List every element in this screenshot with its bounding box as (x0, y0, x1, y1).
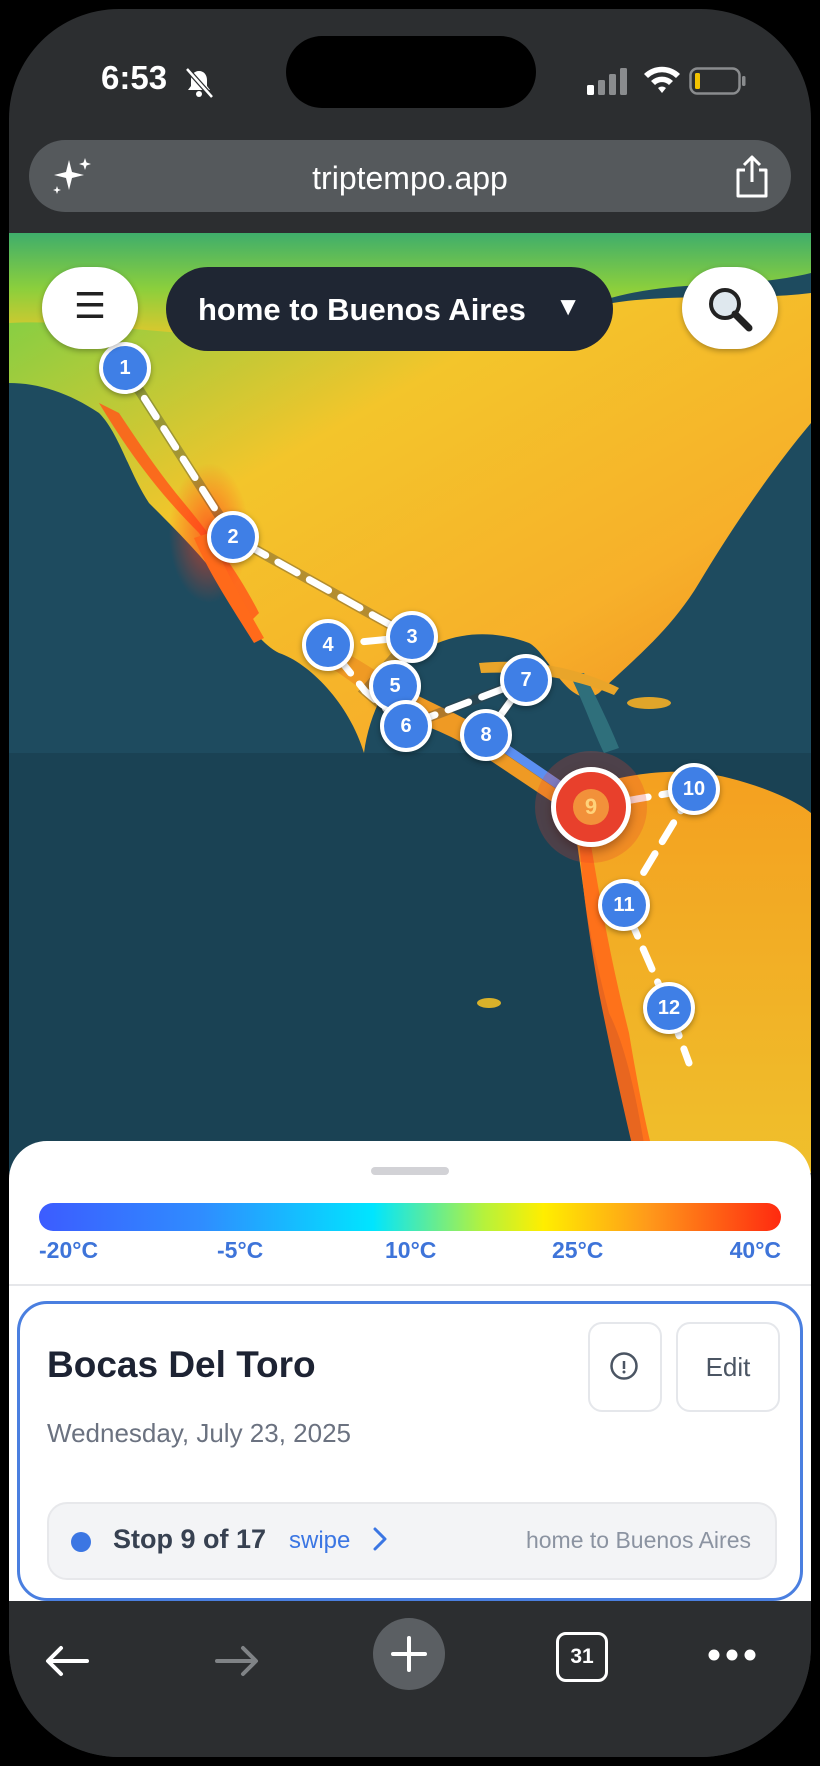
stop-title: Bocas Del Toro (47, 1344, 316, 1385)
info-icon[interactable] (609, 1351, 639, 1381)
temperature-scale-labels: -20°C -5°C 10°C 25°C 40°C (39, 1237, 781, 1267)
new-tab-button[interactable] (373, 1618, 445, 1690)
stop-pin-label[interactable]: 2 (227, 526, 238, 549)
search-button[interactable] (682, 267, 778, 349)
more-icon[interactable] (707, 1647, 757, 1663)
stop-pin[interactable]: 3 (386, 611, 438, 663)
current-stop-dot (71, 1532, 91, 1552)
browser-toolbar: 31 (9, 1601, 811, 1757)
stop-pin-label[interactable]: 3 (406, 626, 417, 649)
stop-date: Wednesday, July 23, 2025 (47, 1418, 352, 1448)
cellular-signal-icon (587, 68, 627, 95)
stop-pin-label[interactable]: 10 (683, 778, 705, 801)
temperature-scale-bar (39, 1203, 781, 1231)
scale-label: 40°C (729, 1237, 781, 1263)
scale-label: -20°C (39, 1237, 99, 1263)
edit-button[interactable]: Edit (676, 1322, 780, 1412)
url-text[interactable]: triptempo.app (29, 160, 791, 197)
forward-arrow-icon[interactable] (213, 1643, 261, 1679)
trip-selector[interactable]: home to Buenos Aires ▼ (166, 267, 613, 351)
menu-button[interactable]: ☰ (42, 267, 138, 349)
hamburger-icon[interactable]: ☰ (42, 285, 138, 327)
share-icon[interactable] (732, 154, 772, 200)
scale-label: -5°C (217, 1237, 264, 1263)
dynamic-island (286, 36, 536, 108)
chevron-right-icon[interactable] (371, 1525, 389, 1553)
stop-pin[interactable]: 6 (380, 700, 432, 752)
stop-pin-label[interactable]: 6 (400, 715, 411, 738)
stop-counter: Stop 9 of 17 (113, 1524, 267, 1554)
temperature-map[interactable]: 1 2 3 4 5 6 7 8 9 10 11 12 ☰ home to Buenos Aires ▼ (9, 233, 811, 1173)
wifi-icon (644, 66, 680, 93)
stop-pin[interactable]: 12 (643, 982, 695, 1034)
stop-pin[interactable]: 1 (99, 342, 151, 394)
scale-label: 25°C (552, 1237, 604, 1263)
trip-name: home to Buenos Aires (525, 1527, 751, 1553)
selected-stop-pin[interactable]: 9 (551, 767, 631, 847)
trip-selector-label[interactable]: home to Buenos Aires (198, 292, 526, 328)
stop-pin-label[interactable]: 9 (573, 789, 609, 825)
search-icon[interactable] (706, 285, 754, 333)
stop-pin[interactable]: 7 (500, 654, 552, 706)
bell-muted-icon (185, 67, 214, 99)
stop-pin-label[interactable]: 7 (520, 669, 531, 692)
stop-pin[interactable]: 2 (207, 511, 259, 563)
stop-pin-label[interactable]: 5 (389, 675, 400, 698)
scale-label: 10°C (385, 1237, 437, 1263)
stop-pin-label[interactable]: 11 (613, 894, 634, 917)
stop-pin-label[interactable]: 1 (119, 357, 130, 380)
battery-icon (689, 67, 746, 95)
plus-icon[interactable] (390, 1635, 428, 1673)
status-time: 6:53 (101, 59, 168, 96)
stop-card[interactable]: Bocas Del Toro Wednesday, July 23, 2025 … (17, 1301, 803, 1601)
tabs-button[interactable]: 31 (556, 1632, 608, 1682)
sheet-drag-handle[interactable] (371, 1167, 449, 1175)
stop-pin-label[interactable]: 8 (480, 724, 491, 747)
phone-frame: 6:53 triptempo.app 1 2 3 4 5 6 7 8 9 10 … (9, 9, 811, 1757)
stop-pin[interactable]: 10 (668, 763, 720, 815)
bottom-sheet[interactable]: -20°C -5°C 10°C 25°C 40°C Bocas Del Toro… (9, 1141, 811, 1609)
dropdown-arrow-icon[interactable]: ▼ (555, 291, 581, 322)
back-arrow-icon[interactable] (43, 1643, 91, 1679)
stop-navigator[interactable]: Stop 9 of 17 swipe home to Buenos Aires (47, 1502, 777, 1580)
stop-pin[interactable]: 11 (598, 879, 650, 931)
divider (9, 1284, 811, 1286)
address-bar[interactable]: triptempo.app (29, 140, 791, 212)
swipe-hint[interactable]: swipe (289, 1527, 350, 1555)
stop-pin-label[interactable]: 4 (322, 634, 333, 657)
stop-pin-label[interactable]: 12 (658, 997, 680, 1020)
info-button[interactable] (588, 1322, 662, 1412)
stop-pin[interactable]: 4 (302, 619, 354, 671)
stop-pin[interactable]: 8 (460, 709, 512, 761)
